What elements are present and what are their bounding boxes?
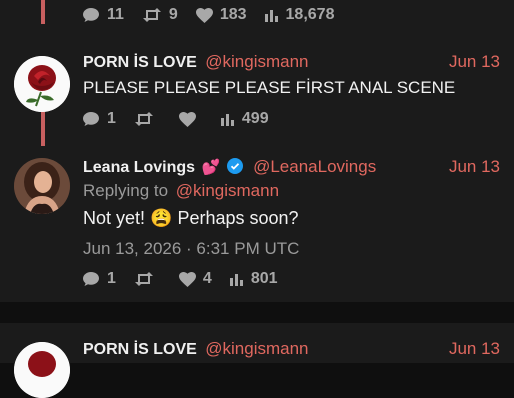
comment-icon — [83, 8, 99, 22]
heart-icon — [195, 7, 213, 23]
display-name[interactable]: Leana Lovings — [83, 159, 195, 176]
like-stat[interactable]: 4 — [178, 270, 212, 288]
like-stat[interactable] — [178, 111, 203, 127]
comment-icon — [83, 272, 99, 286]
views-count: 18,678 — [285, 6, 335, 23]
retweet-count: 9 — [168, 6, 178, 23]
views-count: 499 — [241, 110, 269, 127]
reply-count: 1 — [107, 110, 116, 127]
rose-icon — [14, 342, 70, 398]
avatar-leana[interactable] — [14, 158, 70, 214]
like-stat[interactable]: 183 — [195, 6, 247, 24]
tweet-text-part: Not yet! — [83, 208, 146, 228]
author-line: PORN İS LOVE @kingismann — [83, 52, 309, 72]
reply-count: 11 — [107, 6, 124, 23]
username-link[interactable]: @kingismann — [205, 52, 308, 71]
heart-icon — [178, 271, 196, 287]
username-link[interactable]: @LeanaLovings — [253, 157, 376, 176]
reply-stat[interactable]: 1 — [82, 110, 116, 128]
retweet-stat[interactable] — [134, 272, 161, 286]
tweet-text: Not yet! 😩 Perhaps soon? — [83, 208, 299, 229]
views-stat: 801 — [229, 270, 278, 288]
profile-photo-icon — [14, 158, 70, 214]
thread-line — [41, 112, 45, 146]
replying-label: Replying to — [83, 181, 169, 200]
replying-to: Replying to @kingismann — [83, 181, 279, 201]
retweet-icon — [142, 8, 161, 22]
comment-icon — [83, 112, 99, 126]
weary-face-emoji: 😩 — [150, 208, 173, 228]
views-count: 801 — [250, 270, 278, 287]
like-count: 183 — [219, 6, 247, 23]
views-stat: 499 — [220, 110, 269, 128]
retweet-stat[interactable] — [134, 112, 161, 126]
tweet-text-part: Perhaps soon? — [177, 208, 299, 228]
author-line: Leana Lovings 💕 @LeanaLovings — [83, 157, 376, 177]
bar-chart-icon — [220, 114, 234, 126]
tweet-date[interactable]: Jun 13 — [449, 52, 500, 72]
tweet-text: PLEASE PLEASE PLEASE FİRST ANAL SCENE — [83, 78, 456, 97]
tweet-date[interactable]: Jun 13 — [449, 157, 500, 177]
bar-chart-icon — [264, 10, 278, 22]
retweet-icon — [134, 112, 153, 126]
thread-line — [41, 0, 45, 24]
reply-stat[interactable]: 1 — [82, 270, 116, 288]
username-link[interactable]: @kingismann — [205, 339, 308, 358]
reply-count: 1 — [107, 270, 116, 287]
avatar-rose[interactable] — [14, 342, 70, 398]
top-stats: 11 9 183 18,678 — [82, 6, 352, 24]
replying-link[interactable]: @kingismann — [176, 181, 279, 200]
author-line: PORN İS LOVE @kingismann — [83, 339, 309, 359]
tweet-stats: 1 4 801 — [82, 270, 296, 288]
hearts-emoji: 💕 — [201, 159, 221, 176]
tweet-stats: 1 499 — [82, 110, 287, 128]
rose-icon — [14, 56, 70, 112]
avatar-rose[interactable] — [14, 56, 70, 112]
heart-icon — [178, 111, 196, 127]
reply-stat[interactable]: 11 — [82, 6, 124, 24]
verified-badge-icon — [226, 158, 243, 174]
retweet-icon — [134, 272, 153, 286]
like-count: 4 — [202, 270, 212, 287]
tweet-date[interactable]: Jun 13 — [449, 339, 500, 359]
retweet-stat[interactable]: 9 — [142, 6, 178, 24]
tweet-timestamp[interactable]: Jun 13, 2026 · 6:31 PM UTC — [83, 239, 299, 259]
display-name[interactable]: PORN İS LOVE — [83, 54, 197, 71]
bar-chart-icon — [229, 274, 243, 286]
views-stat: 18,678 — [264, 6, 335, 24]
